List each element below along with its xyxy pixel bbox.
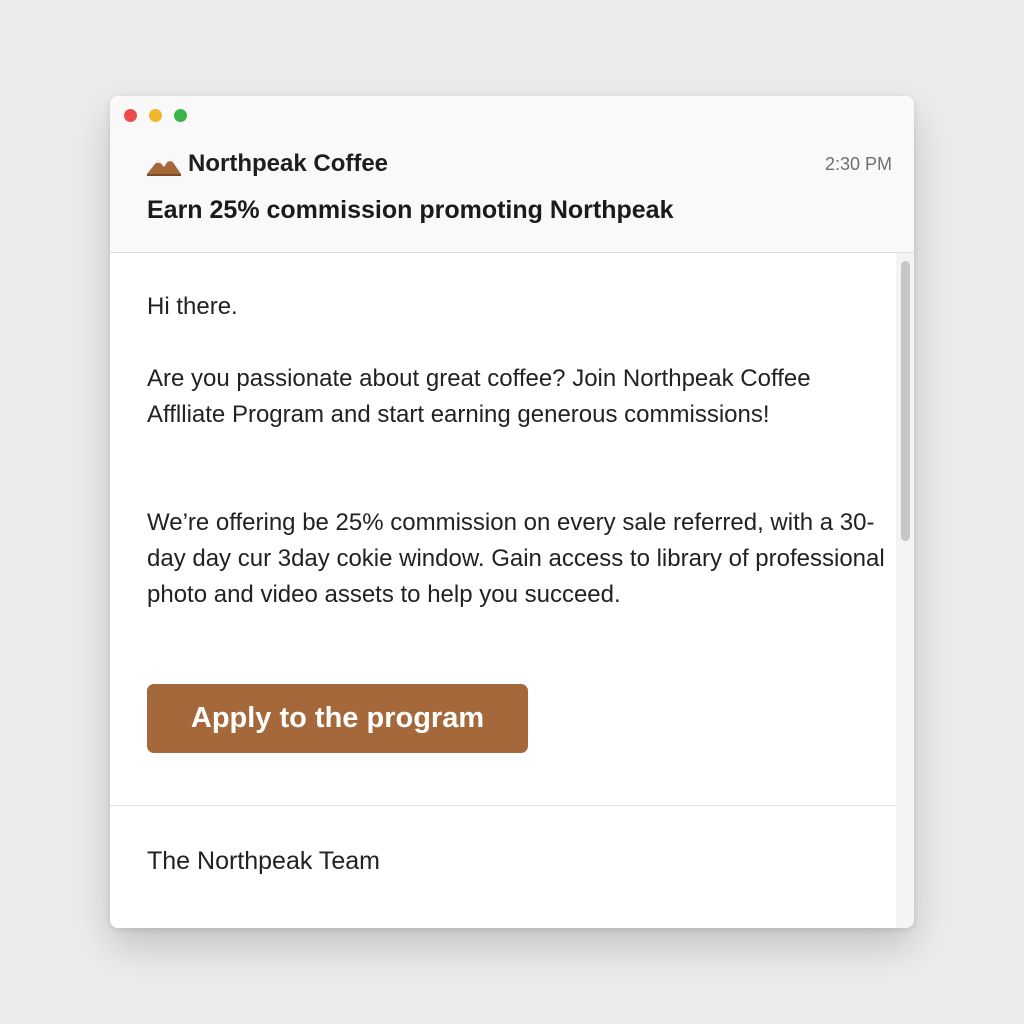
offer-paragraph: We’re offering be 25% commission on ever… <box>147 509 885 608</box>
email-timestamp: 2:30 PM <box>824 154 892 174</box>
close-window-button[interactable] <box>124 109 137 122</box>
email-header: Northpeak Coffee 2:30 PM Earn 25% commis… <box>110 96 914 253</box>
mountain-logo-icon <box>147 158 181 176</box>
signature-divider <box>110 805 896 806</box>
email-body: Hi there. Are you passionate about great… <box>110 253 896 928</box>
scrollbar-thumb[interactable] <box>901 261 910 541</box>
apply-to-program-button[interactable]: Apply to the program <box>147 684 528 753</box>
zoom-window-button[interactable] <box>174 109 187 122</box>
window-controls <box>124 109 187 122</box>
email-signature: The Northpeak Team <box>147 847 380 875</box>
scrollbar[interactable] <box>896 253 914 928</box>
sender: Northpeak Coffee <box>146 148 388 180</box>
minimize-window-button[interactable] <box>149 109 162 122</box>
email-subject: Earn 25% commission promoting Northpeak <box>147 196 674 224</box>
intro-paragraph: Are you passionate about great coffee? J… <box>147 365 811 428</box>
email-window: Northpeak Coffee 2:30 PM Earn 25% commis… <box>110 96 914 928</box>
greeting-text: Hi there. <box>147 293 238 320</box>
sender-name: Northpeak Coffee <box>188 150 389 177</box>
